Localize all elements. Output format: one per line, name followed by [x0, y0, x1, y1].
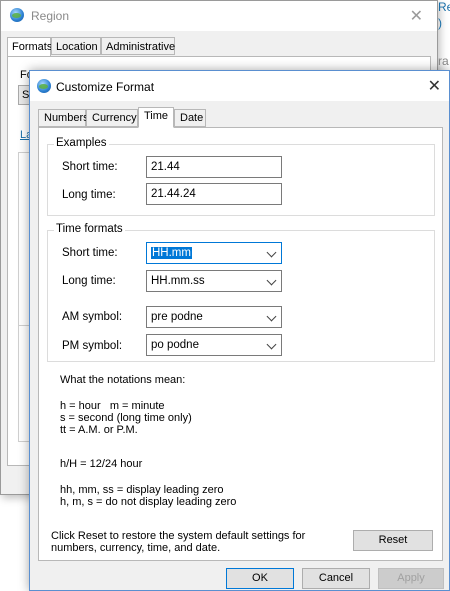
short-time-combobox[interactable]: HH.mm [146, 242, 282, 264]
region-close-icon[interactable]: ✕ [410, 6, 423, 26]
close-icon[interactable]: ✕ [428, 76, 441, 96]
globe-icon [10, 8, 24, 22]
edge-text-1: Re [438, 0, 450, 14]
reset-button[interactable]: Reset [353, 530, 433, 551]
example-long-time-label: Long time: [62, 189, 116, 201]
examples-legend: Examples [54, 137, 109, 149]
tab-date[interactable]: Date [174, 109, 206, 127]
edge-text-3: ra [438, 54, 449, 68]
edge-text-2: ) [438, 16, 442, 30]
notations-block-3: hh, mm, ss = display leading zero h, m, … [60, 484, 237, 508]
tab-time[interactable]: Time [138, 107, 174, 128]
region-titlebar: Region ✕ [1, 1, 437, 31]
long-time-combobox[interactable]: HH.mm.ss [146, 270, 282, 292]
pm-symbol-text: po podne [151, 339, 199, 351]
notations-block-2: h/H = 12/24 hour [60, 458, 143, 470]
tab-location[interactable]: Location [51, 37, 101, 55]
am-symbol-label: AM symbol: [62, 311, 123, 323]
dialog-title: Customize Format [56, 80, 155, 94]
long-time-label: Long time: [62, 275, 116, 287]
tab-formats[interactable]: Formats [7, 37, 52, 57]
dialog-titlebar: Customize Format ✕ [30, 71, 449, 101]
time-formats-legend: Time formats [54, 223, 125, 235]
time-panel: Examples Short time: 21.44 Long time: 21… [38, 127, 443, 561]
notations-heading: What the notations mean: [60, 374, 186, 386]
am-symbol-combobox[interactable]: pre podne [146, 306, 282, 328]
apply-button[interactable]: Apply [378, 568, 444, 589]
background-window-edge: Re ) ra [438, 0, 450, 70]
short-time-selected-text: HH.mm [151, 247, 192, 259]
globe-icon [37, 79, 51, 93]
example-short-time-value: 21.44 [146, 156, 282, 178]
am-symbol-text: pre podne [151, 311, 203, 323]
tab-currency[interactable]: Currency [86, 109, 138, 127]
long-time-text: HH.mm.ss [151, 275, 205, 287]
example-short-time-label: Short time: [62, 161, 118, 173]
example-long-time-value: 21.44.24 [146, 183, 282, 205]
cancel-button[interactable]: Cancel [302, 568, 370, 589]
chevron-down-icon [266, 247, 277, 258]
pm-symbol-label: PM symbol: [62, 340, 123, 352]
examples-group: Examples Short time: 21.44 Long time: 21… [47, 137, 435, 216]
pm-symbol-combobox[interactable]: po podne [146, 334, 282, 356]
chevron-down-icon [266, 339, 277, 350]
tab-numbers[interactable]: Numbers [38, 109, 89, 127]
chevron-down-icon [266, 275, 277, 286]
customize-format-dialog: Customize Format ✕ Numbers Currency Time… [29, 70, 450, 591]
chevron-down-icon [266, 311, 277, 322]
short-time-label: Short time: [62, 247, 118, 259]
tab-administrative[interactable]: Administrative [101, 37, 175, 55]
region-window-title: Region [31, 9, 70, 23]
reset-description: Click Reset to restore the system defaul… [51, 530, 306, 554]
ok-button[interactable]: OK [226, 568, 294, 589]
notations-block-1: h = hour m = minute s = second (long tim… [60, 400, 192, 436]
time-formats-group: Time formats Short time: HH.mm Long time… [47, 223, 435, 362]
